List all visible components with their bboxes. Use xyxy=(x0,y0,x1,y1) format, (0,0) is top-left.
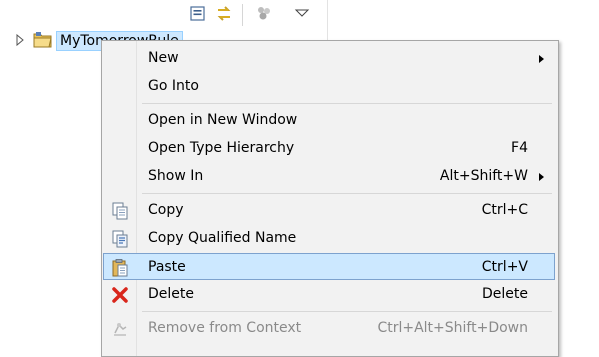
menu-item-shortcut: Ctrl+Alt+Shift+Down xyxy=(377,320,528,336)
menu-item-label: Remove from Context xyxy=(148,320,302,336)
menu-item-shortcut: Alt+Shift+W xyxy=(439,168,528,184)
copy-qualified-name-icon xyxy=(110,229,130,249)
context-menu: New Go Into Open in New Window Open Type… xyxy=(101,40,559,357)
menu-item-label: New xyxy=(148,50,179,66)
menu-separator xyxy=(142,311,552,312)
menu-item-go-into[interactable]: Go Into xyxy=(104,73,554,100)
expand-arrow-icon[interactable] xyxy=(14,33,26,47)
submenu-arrow-icon xyxy=(539,173,544,181)
remove-from-context-icon xyxy=(110,319,130,339)
menu-item-shortcut: F4 xyxy=(511,140,528,156)
menu-item-open-type-hierarchy[interactable]: Open Type Hierarchy F4 xyxy=(104,135,554,162)
copy-icon xyxy=(110,201,130,221)
menu-item-shortcut: Ctrl+V xyxy=(481,259,528,275)
explorer-toolbar xyxy=(180,2,320,28)
menu-item-label: Paste xyxy=(148,259,186,275)
menu-item-copy-qualified-name[interactable]: Copy Qualified Name xyxy=(104,225,554,252)
menu-item-label: Open Type Hierarchy xyxy=(148,140,295,156)
menu-item-label: Open in New Window xyxy=(148,112,298,128)
delete-icon xyxy=(110,285,130,305)
menu-separator xyxy=(142,103,552,104)
paste-icon xyxy=(110,258,130,278)
menu-item-open-in-new-window[interactable]: Open in New Window xyxy=(104,107,554,134)
menu-item-label: Copy Qualified Name xyxy=(148,230,297,246)
toolbar-separator xyxy=(242,4,243,26)
submenu-arrow-icon xyxy=(539,55,544,63)
menu-item-show-in[interactable]: Show In Alt+Shift+W xyxy=(104,163,554,190)
menu-item-shortcut: Ctrl+C xyxy=(481,202,528,218)
link-with-editor-icon[interactable] xyxy=(214,4,234,24)
menu-item-label: Show In xyxy=(148,168,204,184)
filter-icon[interactable] xyxy=(254,4,274,24)
menu-item-copy[interactable]: Copy Ctrl+C xyxy=(104,197,554,224)
menu-item-label: Delete xyxy=(148,286,194,302)
menu-item-label: Go Into xyxy=(148,78,199,94)
menu-item-new[interactable]: New xyxy=(104,45,554,72)
menu-item-remove-from-context: Remove from Context Ctrl+Alt+Shift+Down xyxy=(104,315,554,342)
collapse-all-icon[interactable] xyxy=(188,4,208,24)
menu-item-paste[interactable]: Paste Ctrl+V xyxy=(103,253,555,280)
menu-item-label: Copy xyxy=(148,202,184,218)
menu-separator xyxy=(142,193,552,194)
menu-item-delete[interactable]: Delete Delete xyxy=(104,281,554,308)
project-folder-icon xyxy=(33,31,53,49)
view-menu-icon[interactable] xyxy=(292,4,312,24)
menu-item-shortcut: Delete xyxy=(482,286,528,302)
